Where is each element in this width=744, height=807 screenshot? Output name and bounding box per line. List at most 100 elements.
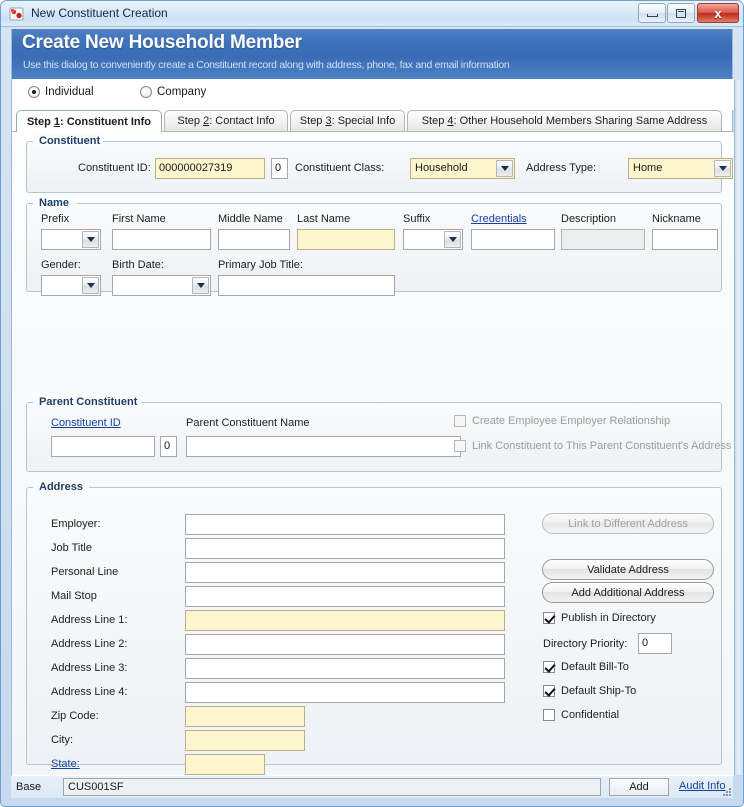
status-base-value: CUS001SF xyxy=(63,778,601,796)
radio-company-label: Company xyxy=(157,86,207,98)
constituent-id-suffix: 0 xyxy=(271,158,288,179)
chevron-down-icon[interactable] xyxy=(192,277,209,294)
gender-label: Gender: xyxy=(41,259,81,271)
window-title: New Constituent Creation xyxy=(31,6,168,20)
minimize-button[interactable] xyxy=(638,3,666,23)
minimize-icon xyxy=(639,4,665,22)
state-link[interactable]: State: xyxy=(51,758,80,770)
directory-priority-label: Directory Priority: xyxy=(543,638,628,650)
city-input[interactable] xyxy=(185,730,305,751)
constituent-id-label: Constituent ID: xyxy=(78,162,151,174)
last-name-input[interactable] xyxy=(297,229,395,250)
default-ship-to-checkbox[interactable]: Default Ship-To xyxy=(543,685,636,697)
constituent-group-title: Constituent xyxy=(39,135,101,147)
checkbox-box xyxy=(454,415,466,427)
suffix-select[interactable] xyxy=(403,229,463,250)
address-line-1-input[interactable] xyxy=(185,610,505,631)
nickname-input[interactable] xyxy=(652,229,718,250)
default-ship-to-label: Default Ship-To xyxy=(561,685,637,697)
parent-constituent-id-input[interactable] xyxy=(51,436,155,457)
address-type-select[interactable]: Home xyxy=(628,158,733,179)
chevron-down-icon[interactable] xyxy=(444,231,461,248)
city-label: City: xyxy=(51,734,73,746)
chevron-down-icon[interactable] xyxy=(82,277,99,294)
address-line-3-input[interactable] xyxy=(185,658,505,679)
constituent-class-select[interactable]: Household xyxy=(410,158,515,179)
name-group-title: Name xyxy=(39,197,69,209)
checkbox-box xyxy=(543,612,555,624)
link-constituent-parent-address-checkbox[interactable]: Link Constituent to This Parent Constitu… xyxy=(454,440,731,452)
birth-date-picker[interactable] xyxy=(112,275,211,296)
maximize-button[interactable] xyxy=(667,3,695,23)
zip-code-input[interactable] xyxy=(185,706,305,727)
mail-stop-input[interactable] xyxy=(185,586,505,607)
parent-constituent-group-title: Parent Constituent xyxy=(39,396,138,408)
constituent-id-input[interactable]: 000000027319 xyxy=(155,158,265,179)
employer-input[interactable] xyxy=(185,514,505,535)
constituent-class-value: Household xyxy=(415,162,468,174)
tab-step-2[interactable]: Step 2: Contact Info xyxy=(164,110,288,131)
personal-line-input[interactable] xyxy=(185,562,505,583)
parent-constituent-name-label: Parent Constituent Name xyxy=(186,417,310,429)
publish-in-directory-checkbox[interactable]: Publish in Directory xyxy=(543,612,656,624)
close-icon: x xyxy=(714,5,722,21)
parent-constituent-group: Parent Constituent Constituent ID 0 Pare… xyxy=(26,395,731,472)
address-line-2-input[interactable] xyxy=(185,634,505,655)
tab-step-3[interactable]: Step 3: Special Info xyxy=(290,110,405,131)
gender-select[interactable] xyxy=(41,275,101,296)
address-line-1-label: Address Line 1: xyxy=(51,614,128,626)
description-input xyxy=(561,229,645,250)
form-scroll-area: Constituent Constituent ID: 000000027319… xyxy=(12,132,734,775)
credentials-input[interactable] xyxy=(471,229,555,250)
checkbox-box xyxy=(543,709,555,721)
publish-in-directory-label: Publish in Directory xyxy=(561,612,656,624)
first-name-input[interactable] xyxy=(112,229,211,250)
title-bar: New Constituent Creation x xyxy=(1,1,743,27)
confidential-checkbox[interactable]: Confidential xyxy=(543,709,619,721)
prefix-label: Prefix xyxy=(41,213,70,225)
credentials-link[interactable]: Credentials xyxy=(471,213,527,225)
checkbox-box xyxy=(543,661,555,673)
state-input[interactable] xyxy=(185,754,265,775)
resize-grip[interactable] xyxy=(723,788,732,797)
directory-priority-input[interactable]: 0 xyxy=(638,633,672,654)
primary-job-title-label: Primary Job Title: xyxy=(218,259,303,271)
default-bill-to-checkbox[interactable]: Default Bill-To xyxy=(543,661,629,673)
add-additional-address-button[interactable]: Add Additional Address xyxy=(542,582,714,603)
address-line-4-input[interactable] xyxy=(185,682,505,703)
radio-individual[interactable]: Individual xyxy=(28,86,94,98)
radio-individual-dot xyxy=(28,86,40,98)
middle-name-label: Middle Name xyxy=(218,213,283,225)
description-label: Description xyxy=(561,213,617,225)
last-name-label: Last Name xyxy=(297,213,351,225)
link-constituent-parent-address-label: Link Constituent to This Parent Constitu… xyxy=(472,440,732,452)
address-type-value: Home xyxy=(633,162,663,174)
parent-constituent-name-input[interactable] xyxy=(186,436,461,457)
address-type-label: Address Type: xyxy=(526,162,597,174)
middle-name-input[interactable] xyxy=(218,229,290,250)
audit-info-link[interactable]: Audit Info xyxy=(679,780,725,792)
add-button[interactable]: Add xyxy=(609,778,669,796)
prefix-select[interactable] xyxy=(41,229,101,250)
parent-constituent-id-link[interactable]: Constituent ID xyxy=(51,417,121,429)
birth-date-label: Birth Date: xyxy=(112,259,164,271)
constituent-group: Constituent Constituent ID: 000000027319… xyxy=(26,134,733,193)
dialog-body: Individual Company Step 1: Constituent I… xyxy=(11,79,734,776)
chevron-down-icon[interactable] xyxy=(496,160,513,177)
primary-job-title-input[interactable] xyxy=(218,275,395,296)
personal-line-label: Personal Line xyxy=(51,566,119,578)
maximize-icon xyxy=(668,4,694,22)
chevron-down-icon[interactable] xyxy=(82,231,99,248)
link-to-different-address-button[interactable]: Link to Different Address xyxy=(542,513,714,534)
create-employee-employer-relationship-checkbox[interactable]: Create Employee Employer Relationship xyxy=(454,415,670,427)
address-group-title: Address xyxy=(39,481,84,493)
radio-company[interactable]: Company xyxy=(140,86,206,98)
tab-step-4[interactable]: Step 4: Other Household Members Sharing … xyxy=(407,110,722,131)
window-scrollbar[interactable] xyxy=(734,80,743,775)
job-title-input[interactable] xyxy=(185,538,505,559)
close-button[interactable]: x xyxy=(697,3,739,23)
tab-step-1[interactable]: Step 1: Constituent Info xyxy=(16,110,162,132)
page-title: Create New Household Member xyxy=(22,32,302,53)
validate-address-button[interactable]: Validate Address xyxy=(542,559,714,580)
chevron-down-icon[interactable] xyxy=(714,160,731,177)
